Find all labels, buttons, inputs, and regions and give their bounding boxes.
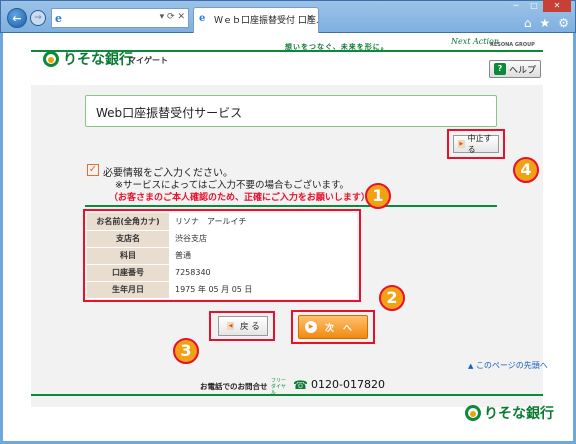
row-label: お名前(全角カナ) — [87, 213, 169, 231]
gear-icon[interactable]: ⚙ — [558, 16, 569, 30]
window-controls: ─ □ ✕ — [507, 0, 571, 12]
table-row: お名前(全角カナ) リソナ アールイチ — [87, 213, 357, 231]
resona-group-label: RESONA GROUP — [490, 42, 535, 48]
phone-icon: ☎ — [293, 378, 308, 392]
table-row: 口座番号 7258340 — [87, 264, 357, 282]
help-label: ヘルプ — [509, 65, 537, 76]
browser-tab[interactable]: e Ｗｅｂ口座振替受付 口座... × — [193, 7, 319, 33]
help-icon: ? — [494, 63, 506, 75]
annotation-badge-4: 4 — [513, 157, 539, 183]
footer-logo-icon — [465, 405, 481, 421]
ie-tab-icon: e — [199, 13, 206, 24]
window-close-icon[interactable]: ✕ — [543, 0, 571, 12]
phone-number: 0120-017820 — [311, 378, 385, 391]
table-row: 科目 普通 — [87, 247, 357, 265]
resona-logo-icon — [43, 51, 59, 67]
star-icon[interactable]: ★ — [539, 16, 550, 30]
notice-warning: （お客さまのご本人確認のため、正確にご入力をお願いします） — [109, 193, 370, 203]
web-page: りそな銀行 マイゲート 想いをつなぐ、未来を形に。 Next Action RE… — [3, 33, 573, 441]
account-info-table: お名前(全角カナ) リソナ アールイチ 支店名 渋谷支店 科目 普通 口座番号 … — [87, 213, 357, 299]
page-header: りそな銀行 マイゲート 想いをつなぐ、未来を形に。 Next Action RE… — [3, 33, 573, 85]
back-label: 戻 る — [240, 322, 260, 332]
tab-title: Ｗｅｂ口座振替受付 口座... — [214, 16, 319, 26]
check-icon: ✓ — [87, 164, 99, 176]
ie-icon: e — [55, 12, 62, 25]
phone-inquiry-label: お電話でのお問合せ — [200, 382, 268, 391]
minimize-icon[interactable]: ─ — [507, 0, 525, 12]
cancel-button[interactable]: ▶ 中止する — [453, 134, 499, 154]
row-value: 渋谷支店 — [169, 230, 357, 248]
row-label: 口座番号 — [87, 264, 169, 282]
forward-icon[interactable]: → — [30, 10, 46, 26]
row-value: 1975 年 05 月 05 日 — [169, 281, 357, 299]
next-button[interactable]: ▶ 次 へ — [298, 315, 368, 339]
play-icon: ▶ — [305, 321, 317, 333]
address-bar[interactable]: e ▾ ⟳ ✕ — [51, 8, 189, 28]
notice-note: ※サービスによってはご入力不要の場合もございます。 — [115, 180, 350, 191]
page-top-label: このページの先頭へ — [475, 361, 548, 370]
table-row: 支店名 渋谷支店 — [87, 230, 357, 248]
bank-logo-text: りそな銀行 — [63, 52, 133, 68]
next-label: 次 へ — [325, 323, 353, 334]
page-top-link[interactable]: ▲ このページの先頭へ — [468, 360, 548, 371]
maximize-icon[interactable]: □ — [525, 0, 543, 12]
tab-close-icon[interactable]: × — [306, 13, 314, 23]
cancel-label: 中止する — [467, 134, 492, 154]
mygate-label: マイゲート — [128, 56, 168, 65]
section-divider — [85, 205, 497, 207]
row-value: 普通 — [169, 247, 357, 265]
annotation-badge-2: 2 — [379, 285, 405, 311]
page-title: Web口座振替受付サービス — [85, 95, 497, 127]
back-button[interactable]: ◀ 戻 る — [218, 316, 268, 336]
home-icon[interactable]: ⌂ — [524, 16, 532, 30]
row-value: リソナ アールイチ — [169, 213, 357, 231]
row-label: 生年月日 — [87, 281, 169, 299]
row-value: 7258340 — [169, 264, 357, 282]
annotation-badge-3: 3 — [173, 338, 199, 364]
address-controls[interactable]: ▾ ⟳ ✕ — [160, 12, 185, 22]
table-row: 生年月日 1975 年 05 月 05 日 — [87, 281, 357, 299]
help-button[interactable]: ? ヘルプ — [489, 60, 541, 78]
back-icon[interactable]: ← — [7, 8, 27, 28]
row-label: 支店名 — [87, 230, 169, 248]
slogan: 想いをつなぐ、未来を形に。 — [285, 43, 389, 51]
arrow-left-icon: ◀ — [227, 322, 234, 330]
annotation-badge-1: 1 — [365, 183, 391, 209]
row-label: 科目 — [87, 247, 169, 265]
browser-chrome: ← → e ▾ ⟳ ✕ e Ｗｅｂ口座振替受付 口座... × ─ □ ✕ ⌂ … — [0, 0, 576, 33]
footer-divider — [31, 394, 543, 396]
browser-tools: ⌂ ★ ⚙ — [524, 16, 569, 30]
footer-logo-text: りそな銀行 — [484, 406, 554, 422]
arrow-right-icon: ▶ — [458, 140, 465, 148]
up-triangle-icon: ▲ — [468, 362, 474, 370]
